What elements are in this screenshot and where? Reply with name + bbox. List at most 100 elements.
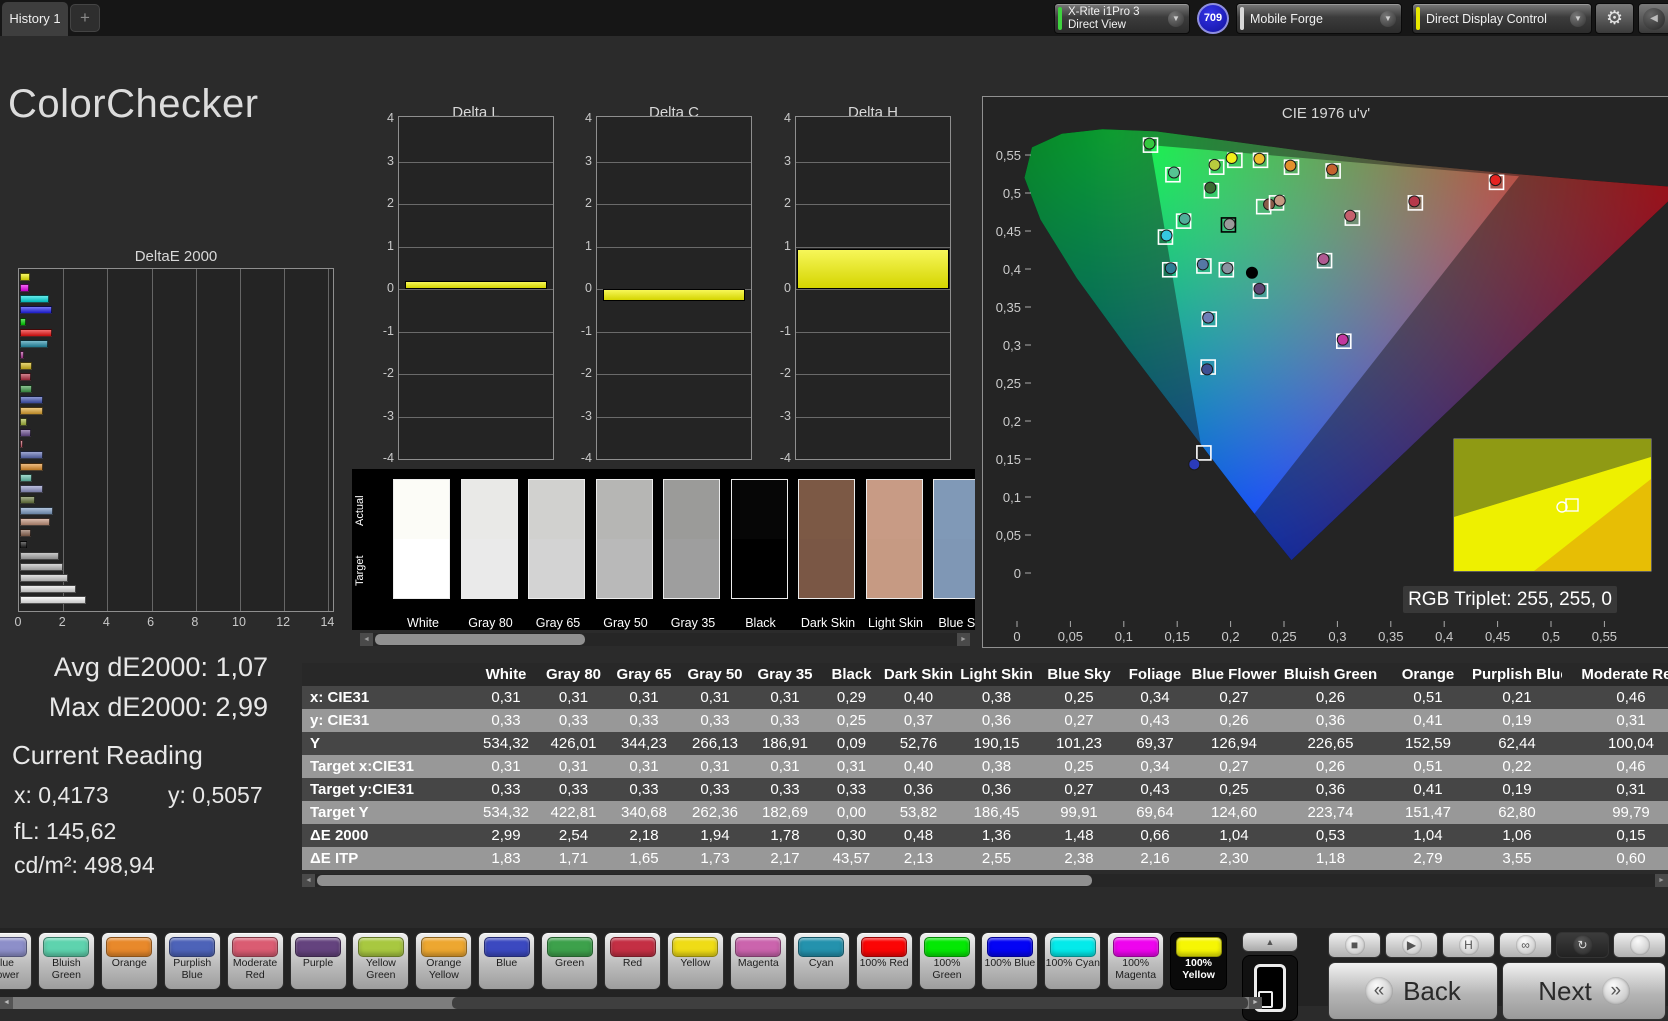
pattern-button-100-green[interactable]: 100% Green xyxy=(918,932,976,990)
scroll-left-icon[interactable]: ◄ xyxy=(302,874,315,887)
pattern-button-label: Purple xyxy=(302,957,334,969)
delta-h-chart: 4 3 2 1 0 -1 -2 -3 -4 xyxy=(780,111,951,465)
deltae-bar-gray-65 xyxy=(20,574,69,583)
table-row: Target Y 534,32 422,81 340,68 262,36 182,69 0,… xyxy=(302,801,1668,824)
pattern-size-button[interactable]: H xyxy=(1442,932,1495,958)
patch-swatch-light-skin: Light Skin xyxy=(865,479,923,630)
svg-text:0,1: 0,1 xyxy=(1115,629,1133,644)
pattern-scroll-up-button[interactable]: ▲ xyxy=(1242,932,1298,952)
pattern-button-bluish-green[interactable]: Bluish Green xyxy=(37,932,95,990)
pattern-window-button[interactable] xyxy=(1242,955,1298,1021)
deltae-bar-gray-50 xyxy=(20,562,63,571)
stop-button[interactable]: ■ xyxy=(1328,932,1381,958)
colorspace-709-badge[interactable]: 709 xyxy=(1197,3,1229,34)
next-button[interactable]: Next » xyxy=(1502,962,1666,1020)
gridline xyxy=(597,331,751,333)
pattern-button-magenta[interactable]: Magenta xyxy=(729,932,787,990)
y-tick-label: -3 xyxy=(382,408,394,423)
table-cell: 226,65 xyxy=(1277,732,1384,755)
add-tab-button[interactable]: + xyxy=(70,4,100,32)
pattern-button-moderate-red[interactable]: Moderate Red xyxy=(226,932,284,990)
top-bar: History 1 + X-Rite i1Pro 3 Direct View ▼… xyxy=(0,0,1668,36)
scroll-right-icon[interactable]: ► xyxy=(957,633,970,646)
table-cell: 0,31 xyxy=(608,686,680,709)
scroll-left-icon[interactable]: ◄ xyxy=(360,633,373,646)
patch-swatch-dark-skin: Dark Skin xyxy=(798,479,855,630)
pattern-button-100-blue[interactable]: 100% Blue xyxy=(981,932,1039,990)
pattern-bar-scrollbar[interactable]: ◄ ► xyxy=(0,997,1262,1009)
svg-text:0,4: 0,4 xyxy=(1435,629,1453,644)
blank-button[interactable] xyxy=(1613,932,1666,958)
color-chip xyxy=(483,937,530,957)
meter-line2: Direct View xyxy=(1068,19,1126,31)
table-cell: 0,33 xyxy=(473,778,539,801)
pattern-button-yellow[interactable]: Yellow xyxy=(666,932,724,990)
table-row: Target y:CIE31 0,33 0,33 0,33 0,33 0,33 0,33 0,… xyxy=(302,778,1668,801)
color-chip xyxy=(106,937,153,957)
pattern-button-label: Moderate Red xyxy=(232,957,278,981)
x-tick-label: 14 xyxy=(320,615,335,629)
scroll-left-icon[interactable]: ◄ xyxy=(0,997,13,1009)
scrollbar-thumb[interactable] xyxy=(317,875,1092,886)
pattern-button-purplish-blue[interactable]: Purplish Blue xyxy=(163,932,221,990)
color-chip xyxy=(295,937,341,957)
pattern-button-red[interactable]: Red xyxy=(604,932,661,990)
pattern-button-100-cyan[interactable]: 100% Cyan xyxy=(1044,932,1102,990)
y-tick-label: -2 xyxy=(580,366,592,380)
svg-text:0,3: 0,3 xyxy=(1003,338,1021,353)
table-cell: 534,32 xyxy=(473,732,539,755)
source-label: Mobile Forge xyxy=(1250,12,1323,26)
refresh-button[interactable]: ↻ xyxy=(1556,932,1609,958)
pattern-button-blue[interactable]: Blue xyxy=(478,932,536,990)
scrollbar-thumb[interactable] xyxy=(452,997,1248,1009)
meter-dropdown[interactable]: X-Rite i1Pro 3 Direct View ▼ xyxy=(1054,3,1190,34)
table-cell: 0,33 xyxy=(750,778,820,801)
next-label: Next xyxy=(1538,975,1592,1006)
svg-text:0,05: 0,05 xyxy=(1058,629,1083,644)
gridline xyxy=(151,269,153,611)
pattern-button-orange-yellow[interactable]: Orange Yellow xyxy=(415,932,473,990)
table-cell: 53,82 xyxy=(883,801,954,824)
svg-text:0,2: 0,2 xyxy=(1222,629,1240,644)
table-cell: 0,48 xyxy=(883,824,954,847)
pattern-button-100-magenta[interactable]: 100% Magenta xyxy=(1107,932,1165,990)
pattern-button-100-yellow[interactable]: 100% Yellow xyxy=(1170,932,1228,990)
play-button[interactable]: ▶ xyxy=(1385,932,1438,958)
swatch-scrollbar[interactable]: ◄ ► xyxy=(360,633,970,646)
scroll-right-icon[interactable]: ► xyxy=(1249,997,1262,1009)
scroll-right-icon[interactable]: ► xyxy=(1655,874,1668,887)
pattern-button-yellow-green[interactable]: Yellow Green xyxy=(352,932,410,990)
page-title: ColorChecker xyxy=(8,82,259,126)
table-cell: 2,13 xyxy=(883,847,954,870)
column-header: Gray 35 xyxy=(750,663,820,686)
actual-color xyxy=(461,480,517,539)
pattern-button-orange[interactable]: Orange xyxy=(100,932,158,990)
pattern-button-purple[interactable]: Purple xyxy=(289,932,347,990)
target-color xyxy=(799,539,854,598)
pattern-button-green[interactable]: Green xyxy=(541,932,599,990)
gridline xyxy=(796,331,950,333)
color-chip xyxy=(609,937,656,957)
tab-history-1[interactable]: History 1 xyxy=(2,2,68,36)
y-tick-label: 4 xyxy=(784,111,791,125)
pattern-button-100-red[interactable]: 100% Red xyxy=(855,932,913,990)
table-scrollbar[interactable]: ◄ ► xyxy=(302,874,1668,887)
svg-text:0,35: 0,35 xyxy=(996,300,1021,315)
back-button[interactable]: « Back xyxy=(1328,962,1498,1020)
patch-swatch-gray-35: Gray 35 xyxy=(663,479,720,630)
loop-infinite-button[interactable]: ∞ xyxy=(1499,932,1552,958)
pattern-button-cyan[interactable]: Cyan xyxy=(792,932,850,990)
table-cell: 62,80 xyxy=(1472,801,1562,824)
gear-icon[interactable]: ⚙ xyxy=(1595,3,1634,34)
table-cell: 2,55 xyxy=(954,847,1039,870)
table-cell: 0,36 xyxy=(1277,709,1384,732)
source-dropdown[interactable]: Mobile Forge ▼ xyxy=(1236,3,1402,34)
table-cell: 0,25 xyxy=(1039,686,1119,709)
deltae-bar-orange xyxy=(20,462,43,471)
pattern-button-blue-flower[interactable]: Blue Flower xyxy=(0,932,32,990)
table-cell: 0,41 xyxy=(1384,709,1472,732)
scrollbar-thumb[interactable] xyxy=(375,634,585,645)
display-control-dropdown[interactable]: Direct Display Control ▼ xyxy=(1412,3,1592,34)
collapse-panel-button[interactable]: ◀ xyxy=(1638,3,1668,34)
gridline xyxy=(399,374,553,375)
